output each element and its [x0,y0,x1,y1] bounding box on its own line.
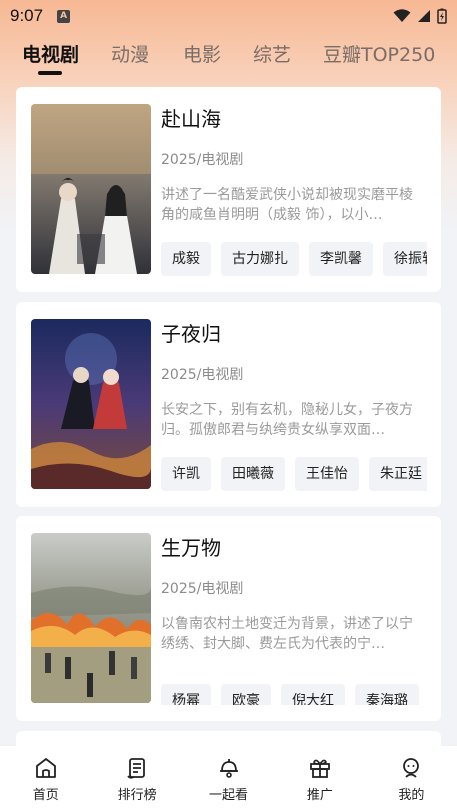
cast-tag[interactable]: 王佳怡 [295,457,359,491]
status-bar: 9:07 A [0,0,457,32]
cast-tags: 成毅古力娜扎李凯馨徐振轩 [161,242,427,276]
cast-tags: 杨幂 欧豪 倪大红 秦海璐 [161,671,427,705]
list-item[interactable]: 生万物 2025/电视剧 以鲁南农村土地变迁为背景，讲述了以宁绣绣、封大脚、费左… [16,516,441,721]
list-item[interactable]: 子夜归 2025/电视剧 长安之下，别有玄机，隐秘儿女，子夜方归。孤傲郎君与纨绔… [16,302,441,507]
item-title[interactable]: 赴山海 [161,103,221,132]
bottom-navigation: 首页 排行榜 一起看 推广 我的 [0,746,457,812]
home-icon [35,758,56,778]
tab-anime[interactable]: 动漫 [111,40,149,67]
cast-tag[interactable]: 秦海璐 [355,684,419,705]
wifi-icon [393,9,411,22]
category-tabs: 电视剧 动漫 电影 综艺 豆瓣TOP250 [0,36,457,76]
cast-tag[interactable]: 朱正廷 [369,457,427,491]
item-title[interactable]: 生万物 [161,532,221,561]
cast-tag[interactable]: 成毅 [161,242,211,276]
notification-icon: A [57,9,71,23]
tab-movie[interactable]: 电影 [183,40,221,67]
status-time: 9:07 [10,6,44,25]
profile-icon [403,758,420,778]
nav-label: 推广 [306,788,333,803]
poster-image[interactable] [31,319,151,489]
cast-tag[interactable]: 许凯 [161,457,211,491]
poster-image[interactable] [31,104,151,274]
nav-profile[interactable]: 我的 [366,746,457,812]
tab-tv[interactable]: 电视剧 [22,40,79,67]
active-tab-indicator [38,71,62,75]
item-title[interactable]: 子夜归 [161,318,221,347]
tab-variety[interactable]: 综艺 [253,40,291,67]
item-description: 以鲁南农村土地变迁为背景，讲述了以宁绣绣、封大脚、费左氏为代表的宁… [161,616,413,652]
cast-tag[interactable]: 倪大红 [281,684,345,705]
item-meta: 2025/电视剧 [161,581,244,597]
watch-together-icon [219,759,238,778]
item-meta: 2025/电视剧 [161,367,244,383]
signal-icon [418,10,430,22]
nav-ranking[interactable]: 排行榜 [91,746,182,812]
nav-home[interactable]: 首页 [0,746,91,812]
item-description: 长安之下，别有玄机，隐秘儿女，子夜方归。孤傲郎君与纨绔贵女纵享双面… [161,402,413,438]
cast-tag[interactable]: 欧豪 [221,684,271,705]
nav-watch-together[interactable]: 一起看 [183,746,274,812]
nav-label: 首页 [32,788,59,803]
poster-image[interactable] [31,533,151,703]
tab-douban-top250[interactable]: 豆瓣TOP250 [323,40,435,67]
cast-tags: 许凯 田曦薇 王佳怡 朱正廷 [161,457,427,491]
cast-tag[interactable]: 李凯馨 [309,242,373,276]
item-meta: 2025/电视剧 [161,152,244,168]
ranking-icon [127,758,146,779]
nav-label: 一起看 [209,788,249,803]
cast-tag[interactable]: 田曦薇 [221,457,285,491]
cast-tag[interactable]: 杨幂 [161,684,211,705]
nav-label: 排行榜 [117,788,157,803]
item-description: 讲述了一名酷爱武侠小说却被现实磨平棱角的咸鱼肖明明（成毅 饰），以小… [161,187,413,223]
nav-promotion[interactable]: 推广 [274,746,365,812]
cast-tag[interactable]: 徐振轩 [383,242,427,276]
list-item[interactable]: 赴山海 2025/电视剧 讲述了一名酷爱武侠小说却被现实磨平棱角的咸鱼肖明明（成… [16,87,441,292]
gift-icon [310,759,330,778]
nav-label: 我的 [398,788,425,803]
cast-tag[interactable]: 古力娜扎 [221,242,299,276]
battery-icon [437,8,447,24]
